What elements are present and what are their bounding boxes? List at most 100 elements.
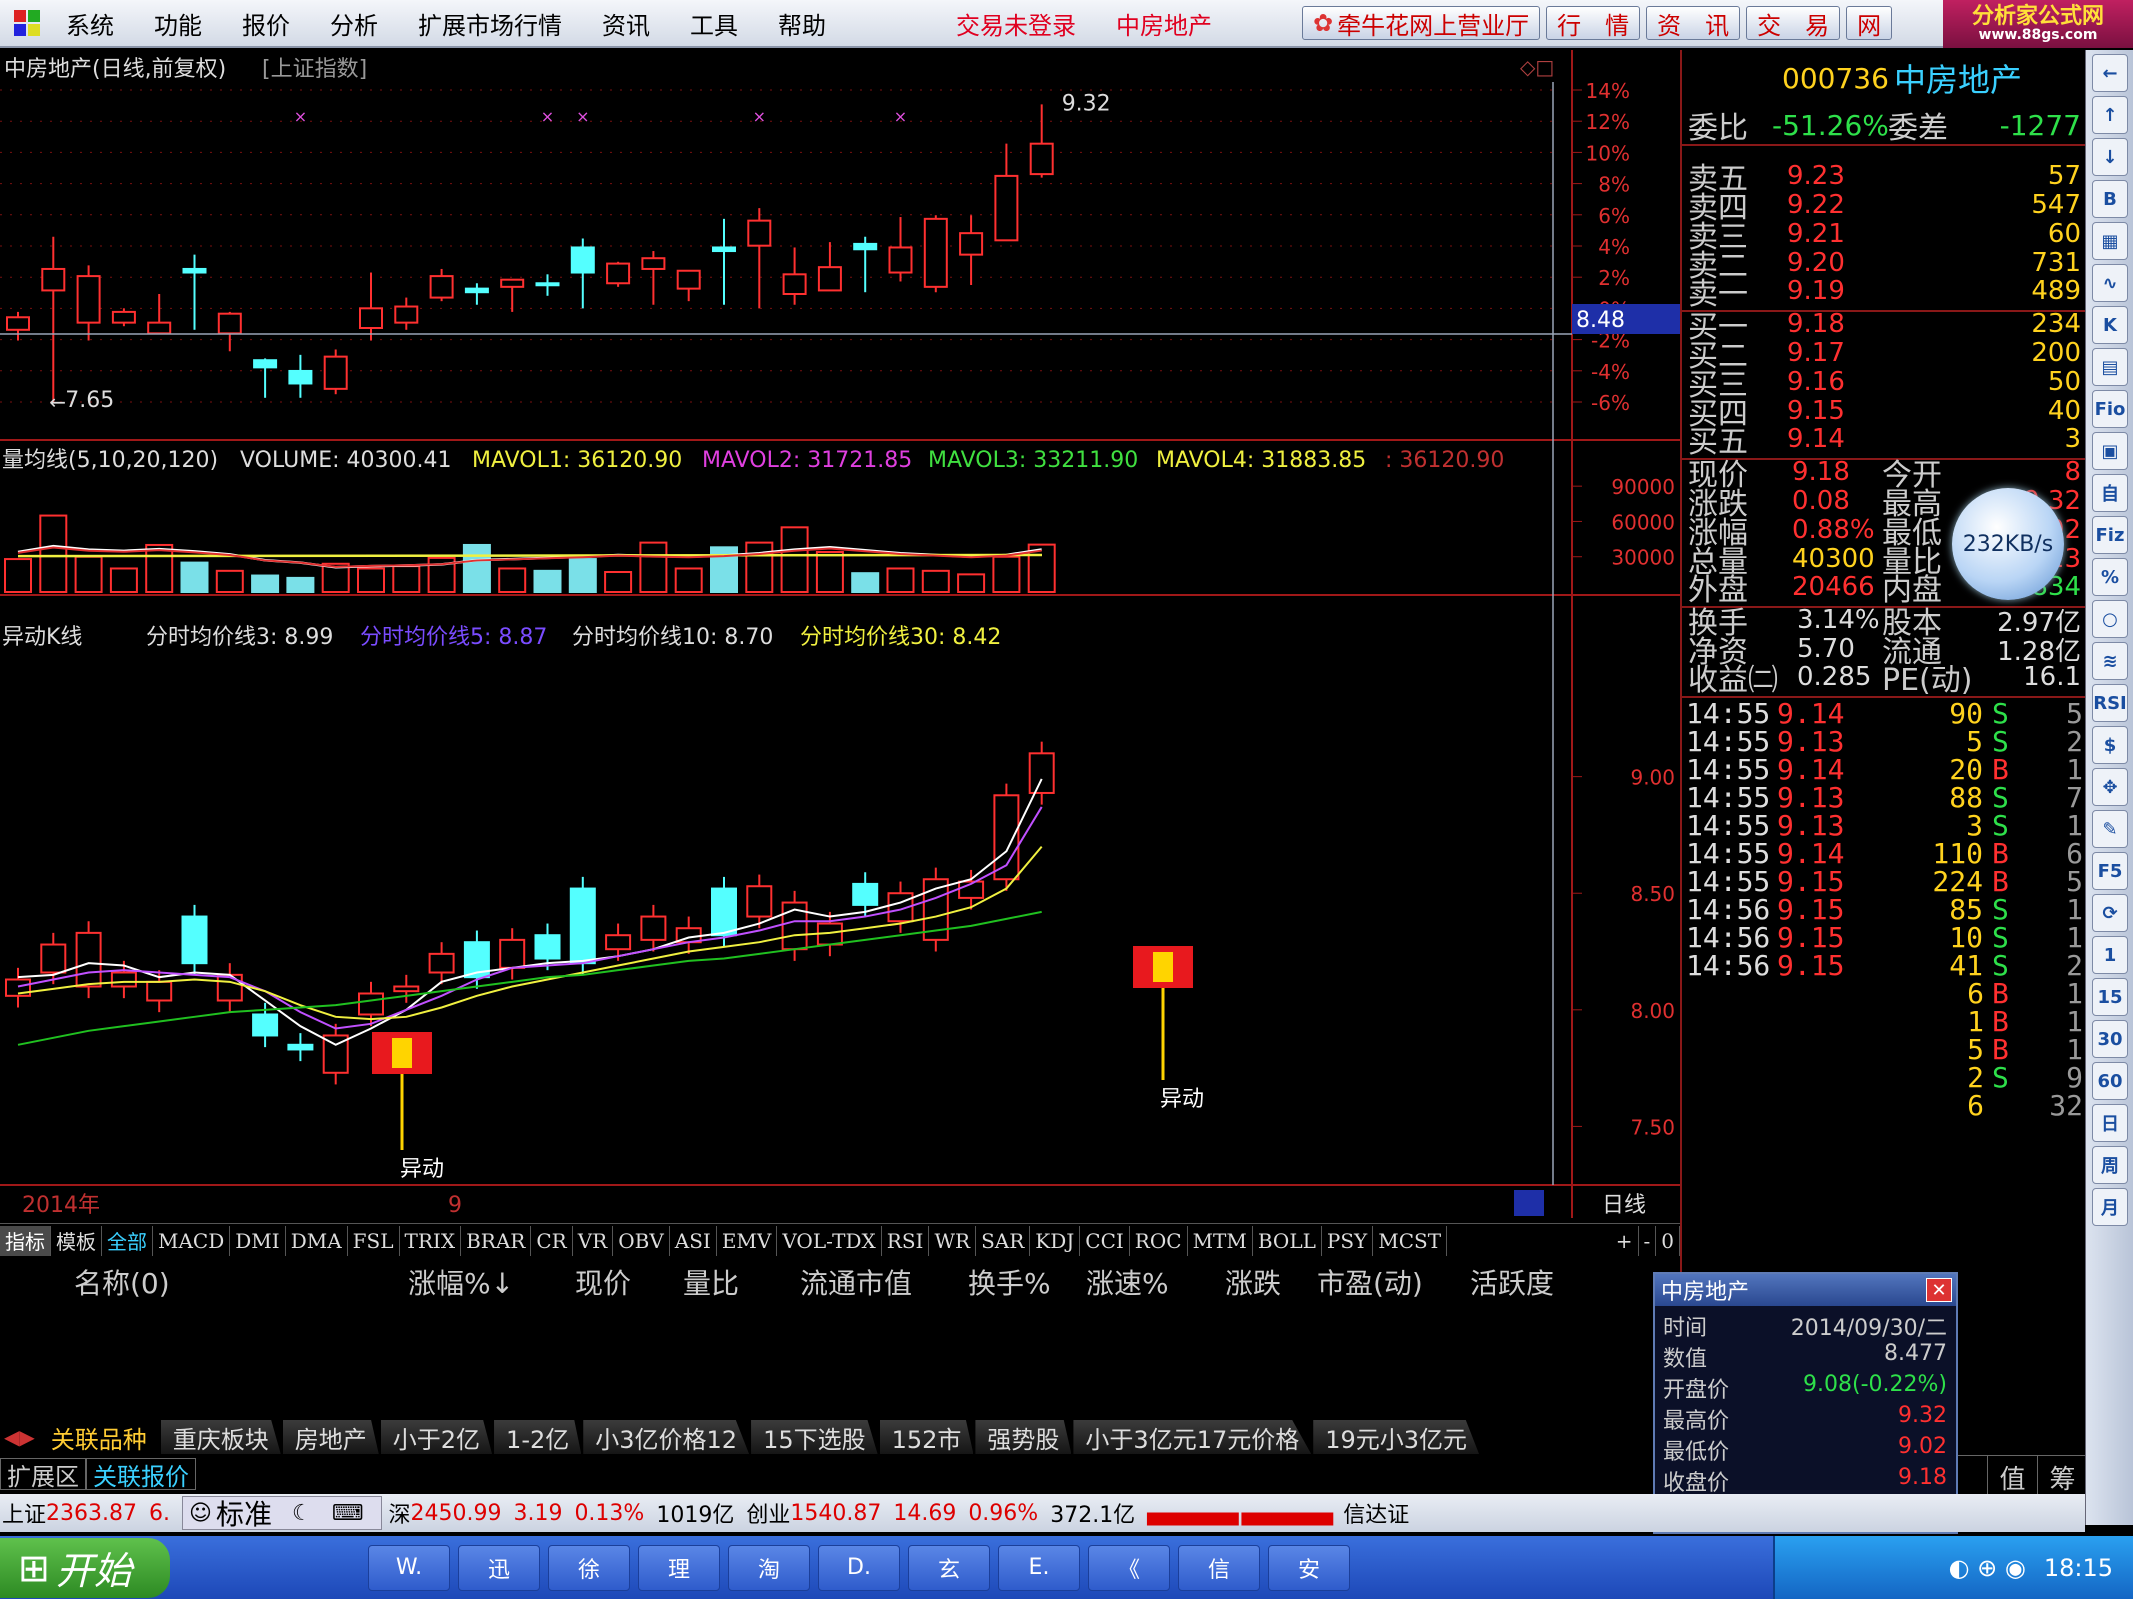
toolbar-tool-24-icon[interactable]: 60 [2092, 1062, 2128, 1100]
col-change[interactable]: 涨跌 [1225, 1262, 1281, 1302]
sector-tab-realestate[interactable]: 房地产 [282, 1420, 379, 1454]
candle-body[interactable] [1029, 142, 1054, 176]
network-speed-bubble[interactable]: 232KB/s [1952, 488, 2064, 600]
indicator-vr[interactable]: VR [573, 1225, 614, 1256]
volume-bar[interactable] [215, 569, 244, 593]
candle-body[interactable] [253, 359, 278, 369]
candle-body[interactable] [888, 246, 913, 274]
keyboard-icon[interactable]: ⌨ [332, 1501, 364, 1526]
indicator-sar[interactable]: SAR [976, 1225, 1031, 1256]
toolbar-tool-7-icon[interactable]: ▤ [2092, 348, 2128, 386]
abnormal-candle-body[interactable] [428, 952, 455, 974]
toolbar-tool-26-icon[interactable]: 周 [2092, 1146, 2128, 1184]
col-name[interactable]: 名称(0) [74, 1262, 170, 1302]
taskbar-app-8[interactable]: 《 [1088, 1544, 1170, 1591]
popup-title-bar[interactable]: 中房地产 ✕ [1655, 1274, 1956, 1306]
indicator-dmi[interactable]: DMI [230, 1225, 286, 1256]
clock[interactable]: 18:15 [2044, 1554, 2113, 1582]
sector-tab-related[interactable]: 关联品种 [38, 1420, 159, 1454]
toolbar-tool-1-icon[interactable]: ↑ [2092, 96, 2128, 134]
ext-tab-related-quote[interactable]: 关联报价 [86, 1458, 196, 1491]
indicator-mcst[interactable]: MCST [1373, 1225, 1448, 1256]
toolbar-tool-21-icon[interactable]: 1 [2092, 936, 2128, 974]
zoom-reset-button[interactable]: 0 [1656, 1225, 1680, 1256]
candle-body[interactable] [288, 369, 313, 385]
sector-tab-19small3yi[interactable]: 19元小3亿元 [1313, 1420, 1480, 1454]
candle-body[interactable] [817, 266, 842, 292]
toolbar-tool-22-icon[interactable]: 15 [2092, 978, 2128, 1016]
indicator-cr[interactable]: CR [531, 1225, 573, 1256]
event-marker[interactable]: × [576, 107, 589, 126]
toolbar-tool-9-icon[interactable]: ▣ [2092, 432, 2128, 470]
taskbar-app-9[interactable]: 信 [1178, 1544, 1260, 1591]
abnormal-candle-body[interactable] [181, 915, 208, 965]
col-change-pct[interactable]: 涨幅%↓ [408, 1262, 514, 1302]
candle-body[interactable] [747, 219, 772, 247]
candle-body[interactable] [712, 246, 736, 253]
popup-close-icon[interactable]: ✕ [1926, 1278, 1952, 1302]
sector-tab-small3yi[interactable]: 小3亿价格12 [583, 1420, 750, 1454]
main-chart-index-label[interactable]: [上证指数] [262, 57, 367, 82]
indicator-vol-tdx[interactable]: VOL-TDX [777, 1225, 882, 1256]
event-marker[interactable]: × [294, 107, 307, 126]
abnormal-candle-body[interactable] [993, 794, 1020, 881]
ext-tab-area[interactable]: 扩展区 [0, 1458, 86, 1491]
candle-body[interactable] [41, 267, 66, 292]
abnormal-candle-body[interactable] [110, 971, 137, 988]
volume-bar[interactable] [392, 565, 421, 593]
toolbar-tool-4-icon[interactable]: ▦ [2092, 222, 2128, 260]
value-tab[interactable]: 值 [1987, 1456, 2037, 1498]
sector-tab-chongqing[interactable]: 重庆板块 [160, 1420, 281, 1454]
candle-body[interactable] [394, 305, 419, 324]
chart-area[interactable]: 中房地产(日线,前复权) [上证指数] 14%12%10%8%6%4%2%0%-… [0, 50, 1680, 1220]
broker-hall-button[interactable]: ✿ 牵牛花网上营业厅 [1302, 6, 1541, 40]
indicator-rsi[interactable]: RSI [882, 1225, 930, 1256]
menu-item-ext-market[interactable]: 扩展市场行情 [398, 6, 582, 41]
toolbar-tool-12-icon[interactable]: % [2092, 558, 2128, 596]
candle-body[interactable] [182, 267, 207, 274]
indicator-psy[interactable]: PSY [1322, 1225, 1374, 1256]
abnormal-candle-body[interactable] [146, 980, 173, 1002]
toolbar-tool-0-icon[interactable]: ← [2092, 54, 2128, 92]
sector-tab-15select[interactable]: 15下选股 [751, 1420, 878, 1454]
abnormal-candle-body[interactable] [605, 934, 632, 951]
candle-body[interactable] [323, 355, 348, 390]
taskbar-app-3[interactable]: 理 [638, 1544, 720, 1591]
taskbar-app-6[interactable]: 玄 [908, 1544, 990, 1591]
indicator-tab-main[interactable]: 指标 [0, 1225, 51, 1256]
toolbar-tool-8-icon[interactable]: Fio [2092, 390, 2128, 428]
toolbar-tool-6-icon[interactable]: K [2092, 306, 2128, 344]
diamond-icon[interactable]: ◇□ [1520, 55, 1554, 79]
nav-quote-button[interactable]: 行 情 [1546, 6, 1641, 40]
toolbar-tool-16-icon[interactable]: $ [2092, 726, 2128, 764]
candle-body[interactable] [429, 275, 454, 299]
toolbar-tool-13-icon[interactable]: ○ [2092, 600, 2128, 638]
col-activity[interactable]: 活跃度 [1470, 1262, 1554, 1302]
taskbar-app-4[interactable]: 淘 [728, 1544, 810, 1591]
volume-bar[interactable] [957, 573, 986, 593]
volume-bar[interactable] [674, 567, 703, 593]
nav-news-button[interactable]: 资 讯 [1646, 6, 1741, 40]
abnormal-candle-body[interactable] [287, 1043, 314, 1051]
event-marker[interactable]: × [894, 107, 907, 126]
candle-body[interactable] [570, 246, 595, 274]
abnormal-candle-body[interactable] [711, 887, 737, 937]
candle-body[interactable] [217, 312, 242, 335]
volume-bar[interactable] [109, 567, 138, 593]
candle-body[interactable] [147, 321, 172, 335]
volume-bar[interactable] [745, 541, 774, 593]
volume-bar[interactable] [851, 572, 880, 594]
sh-value[interactable]: 2363.87 [46, 1501, 137, 1526]
start-button[interactable]: ⊞ 开始 [0, 1537, 170, 1598]
candle-body[interactable] [853, 242, 878, 251]
toolbar-tool-5-icon[interactable]: ∿ [2092, 264, 2128, 302]
candle-body[interactable] [535, 282, 560, 287]
toolbar-tool-20-icon[interactable]: ⟳ [2092, 894, 2128, 932]
toolbar-tool-27-icon[interactable]: 月 [2092, 1188, 2128, 1226]
face-icon[interactable]: ☺ [189, 1501, 212, 1526]
volume-bar[interactable] [462, 543, 491, 593]
nav-web-button[interactable]: 网 [1846, 6, 1893, 40]
sector-tab-152[interactable]: 152市 [879, 1420, 974, 1454]
toolbar-tool-15-icon[interactable]: RSI [2092, 684, 2128, 722]
abnormal-candle-body[interactable] [534, 934, 561, 960]
